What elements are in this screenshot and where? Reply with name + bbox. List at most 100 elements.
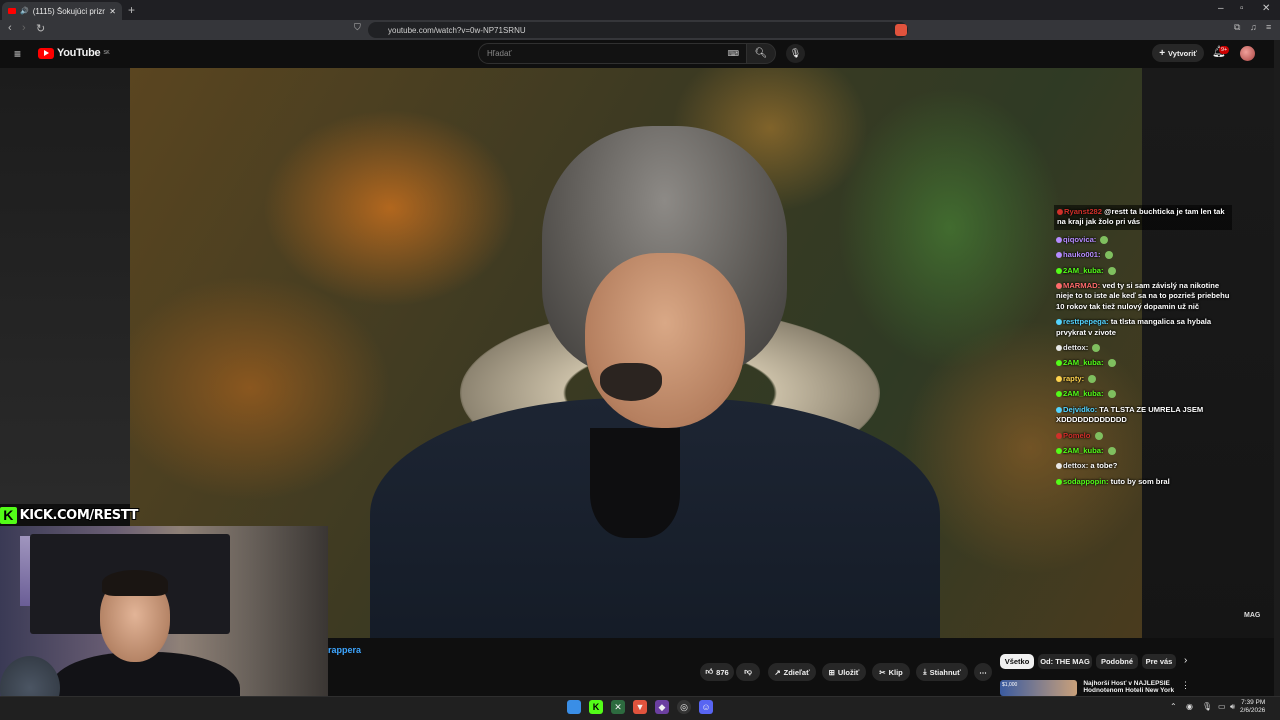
create-label: Vytvoriť	[1168, 48, 1197, 58]
chat-badge-icon	[1056, 432, 1062, 439]
extensions-icon[interactable]: ⧉	[1234, 22, 1240, 33]
chat-message: MARMAD: ved ty si sam závislý na nikotin…	[1056, 281, 1232, 312]
chat-badge-icon	[1056, 478, 1062, 485]
chip-for-you[interactable]: Pre vás	[1142, 654, 1176, 669]
kick-app-icon[interactable]: K	[589, 700, 603, 714]
chip-similar[interactable]: Podobné	[1096, 654, 1138, 669]
thumbs-up-icon: 👍︎	[705, 667, 714, 676]
search-placeholder: Hľadať	[487, 49, 512, 58]
webcam-streamer-hair	[102, 570, 168, 596]
tray-network-icon[interactable]: ▭	[1218, 702, 1226, 711]
twitch-icon[interactable]: ◆	[655, 700, 669, 714]
chat-badge-icon	[1056, 447, 1062, 454]
download-button[interactable]: ⤓ Stiahnuť	[916, 663, 968, 681]
save-button[interactable]: ⊞ Uložiť	[822, 663, 866, 681]
hamburger-menu-icon[interactable]: ≡	[14, 47, 21, 61]
search-icon: 🔍︎	[754, 48, 768, 59]
chips-next-chevron-icon[interactable]: ›	[1184, 655, 1187, 666]
new-tab-button[interactable]: +	[128, 3, 135, 17]
chat-username: MARMAD:	[1063, 281, 1103, 291]
excel-icon[interactable]: ✕	[611, 700, 625, 714]
chat-username: sodappopin:	[1063, 476, 1111, 486]
page-scrollbar[interactable]	[1274, 40, 1280, 696]
related-more-icon[interactable]: ⋮	[1181, 680, 1190, 696]
chat-message: qiqovica:	[1056, 235, 1232, 245]
video-beard	[600, 363, 662, 401]
chat-message: rapty:	[1056, 374, 1232, 384]
plus-icon: +	[1159, 47, 1166, 59]
streamer-webcam	[0, 526, 328, 720]
chat-message: 2AM_kuba:	[1056, 389, 1232, 399]
dislike-button[interactable]: 👎︎	[736, 663, 760, 681]
voice-search-button[interactable]: 🎙︎	[786, 44, 805, 63]
chat-badge-icon	[1057, 209, 1063, 215]
share-icon: ↗	[774, 667, 781, 677]
media-icon[interactable]: ♫	[1250, 22, 1257, 32]
brave-shield-icon[interactable]	[895, 24, 907, 36]
menu-icon[interactable]: ≡	[1266, 22, 1271, 32]
chat-badge-icon	[1056, 236, 1062, 243]
browser-tab[interactable]: 🔊 (1115) Šokujúci priznaní, ktoré... ✕	[2, 2, 122, 20]
tray-chevron-icon[interactable]: ⌃	[1170, 702, 1177, 711]
thumbs-down-icon: 👎︎	[744, 667, 752, 676]
logo-country: SK	[103, 50, 110, 56]
chat-badge-icon	[1056, 252, 1062, 259]
youtube-favicon-icon	[8, 8, 16, 14]
close-tab-icon[interactable]: ✕	[109, 7, 116, 16]
clip-button[interactable]: ✂ Klip	[872, 663, 910, 681]
chat-emote-icon	[1100, 235, 1109, 244]
clock-time: 7:39 PM	[1241, 699, 1266, 706]
video-side-left	[0, 68, 130, 504]
search-input[interactable]: Hľadať ⌨	[478, 43, 748, 64]
close-window-button[interactable]: ✕	[1262, 3, 1270, 14]
tray-volume-icon[interactable]: 🔊︎	[1230, 702, 1235, 712]
more-actions-button[interactable]: ⋯	[974, 663, 992, 681]
chat-username: 2AM_kuba:	[1063, 358, 1106, 368]
chip-from-channel[interactable]: Od: THE MAG	[1038, 654, 1092, 669]
account-avatar[interactable]	[1240, 46, 1255, 61]
chat-emote-icon	[1092, 344, 1101, 353]
tray-app-icon[interactable]: ◉	[1186, 702, 1193, 711]
share-button[interactable]: ↗ Zdieľať	[768, 663, 816, 681]
taskbar-clock[interactable]: 7:39 PM 2/6/2026	[1240, 699, 1265, 715]
chat-username: dettox:	[1063, 343, 1091, 353]
chat-message: dettox: a tobe?	[1056, 461, 1232, 471]
related-video-item[interactable]: $1,000 Najhorší Hosť v NAJLEPŠIE Hodnote…	[1000, 680, 1190, 696]
search-button[interactable]: 🔍︎	[746, 43, 776, 64]
notification-count-badge: 9+	[1219, 46, 1230, 54]
related-thumb-label: $1,000	[1002, 682, 1018, 688]
obs-icon[interactable]: ◎	[677, 700, 691, 714]
back-icon[interactable]: ‹	[8, 22, 12, 34]
address-bar[interactable]: youtube.com/watch?v=0w-NP71SRNU	[368, 22, 908, 38]
chat-username: hauko001:	[1063, 250, 1103, 260]
chat-message: 2AM_kuba:	[1056, 358, 1232, 368]
chat-username: 2AM_kuba:	[1063, 265, 1106, 275]
create-button[interactable]: + Vytvoriť	[1152, 44, 1204, 62]
save-icon: ⊞	[828, 667, 835, 677]
keyboard-icon[interactable]: ⌨	[727, 49, 739, 58]
chat-username: 2AM_kuba:	[1063, 389, 1106, 399]
forward-icon[interactable]: ›	[22, 22, 26, 34]
maximize-button[interactable]: ▫	[1240, 3, 1244, 14]
like-button[interactable]: 👍︎ 876	[700, 663, 734, 681]
chat-username: Pomelo	[1063, 430, 1093, 440]
microphone-icon: 🎙︎	[789, 48, 802, 58]
chip-all[interactable]: Všetko	[1000, 654, 1034, 669]
minimize-button[interactable]: –	[1218, 3, 1224, 14]
youtube-logo[interactable]: YouTube SK	[38, 47, 110, 59]
clock-date: 2/6/2026	[1240, 707, 1266, 714]
description-link[interactable]: rappera	[328, 645, 361, 655]
tray-mic-icon[interactable]: 🎙︎	[1202, 702, 1212, 711]
audio-icon[interactable]: 🔊	[20, 7, 29, 15]
chat-emote-icon	[1094, 431, 1103, 440]
chat-badge-icon	[1056, 375, 1062, 382]
chat-badge-icon	[1056, 463, 1062, 470]
reload-icon[interactable]: ↻	[36, 22, 45, 35]
related-thumbnail: $1,000	[1000, 680, 1078, 696]
bookmark-icon[interactable]: ⛉	[354, 22, 361, 33]
brave-browser-icon[interactable]: ▼	[633, 700, 647, 714]
kick-logo-icon: K	[0, 506, 17, 524]
chat-username: Ryanst282	[1064, 207, 1105, 216]
start-icon[interactable]	[567, 700, 581, 714]
discord-icon[interactable]: ☺	[699, 700, 713, 714]
